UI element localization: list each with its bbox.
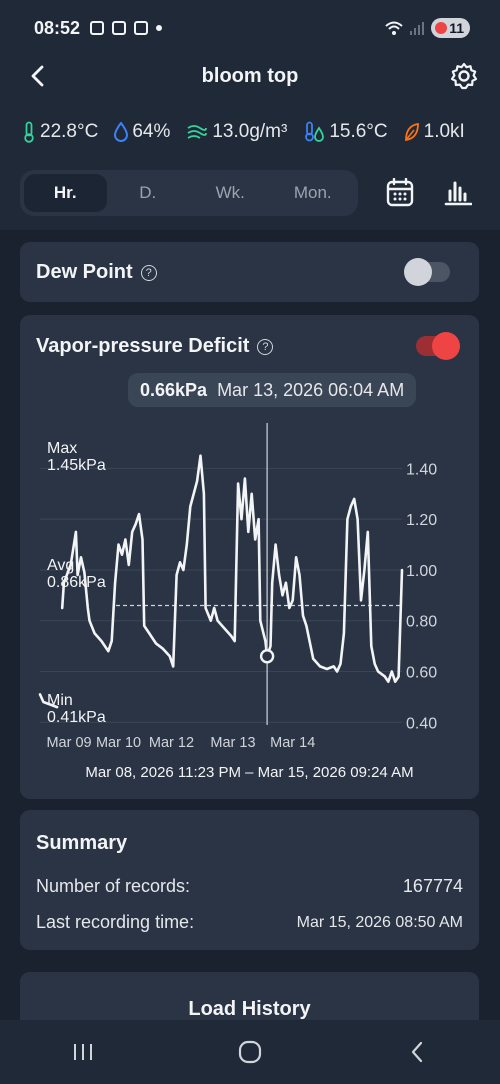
y-tick-label: 0.40 bbox=[406, 715, 437, 732]
battery-indicator: 11 bbox=[431, 18, 470, 38]
last-recording-label: Last recording time: bbox=[36, 912, 195, 932]
calendar-icon bbox=[386, 178, 414, 207]
y-tick-label: 1.40 bbox=[406, 461, 437, 478]
tab-month[interactable]: Mon. bbox=[272, 174, 355, 212]
nav-back-icon bbox=[411, 1041, 422, 1063]
page-title: bloom top bbox=[201, 64, 299, 87]
max-stat: Max 1.45kPa bbox=[47, 440, 106, 474]
home-button[interactable] bbox=[220, 1032, 280, 1072]
battery-low-icon bbox=[435, 22, 448, 34]
metric-absolute-humidity: 13.0g/m³ bbox=[186, 121, 287, 143]
avg-stat: Avg 0.86kPa bbox=[47, 557, 106, 591]
tab-hour[interactable]: Hr. bbox=[24, 174, 107, 212]
y-tick-label: 0.80 bbox=[406, 614, 437, 631]
x-tick-label: Mar 13 bbox=[210, 735, 255, 751]
sensor-metrics: 22.8°C 64% 13.0g/m³ 15.6°C 1.0kI bbox=[22, 116, 500, 148]
app-bar: bloom top bbox=[0, 56, 500, 96]
system-nav-bar bbox=[0, 1020, 500, 1084]
tooltip-value: 0.66kPa bbox=[140, 379, 208, 400]
back-button[interactable] bbox=[22, 60, 54, 92]
x-tick-label: Mar 12 bbox=[149, 735, 194, 751]
cursor-marker bbox=[259, 649, 275, 664]
min-value: 0.41kPa bbox=[47, 709, 106, 726]
last-recording-row: Last recording time: Mar 15, 2026 08:50 … bbox=[36, 912, 463, 933]
vpd-toggle-knob bbox=[432, 332, 460, 360]
metric-dew-point: 15.6°C bbox=[303, 121, 388, 143]
min-label: Min bbox=[47, 692, 73, 709]
vpd-leaf-icon bbox=[404, 122, 419, 142]
nav-back-button[interactable] bbox=[387, 1032, 447, 1072]
metric-temperature: 22.8°C bbox=[22, 121, 98, 143]
vpd-card: Vapor-pressure Deficit ? 0.66kPa Mar 13,… bbox=[20, 315, 479, 799]
last-recording-value: Mar 15, 2026 08:50 AM bbox=[296, 913, 463, 931]
dew-point-help-icon[interactable]: ? bbox=[140, 264, 157, 281]
shopping-bag-icon bbox=[134, 21, 149, 35]
screenshot-icon bbox=[90, 21, 105, 35]
vpd-toggle[interactable] bbox=[416, 332, 460, 360]
summary-title: Summary bbox=[36, 832, 128, 854]
time-range-tabs: Hr. D. Wk. Mon. bbox=[20, 170, 358, 216]
back-arrow-icon bbox=[31, 65, 44, 87]
vpd-series-line bbox=[60, 454, 404, 683]
metric-vpd: 1.0kI bbox=[404, 121, 465, 143]
avg-value: 0.86kPa bbox=[47, 574, 106, 591]
records-row: Number of records: 167774 bbox=[36, 876, 463, 897]
calendar-button[interactable] bbox=[380, 173, 420, 213]
max-label: Max bbox=[47, 440, 78, 457]
avg-label: Avg bbox=[47, 557, 75, 574]
content-area: Dew Point ? Vapor-pressure Deficit ? 0.6… bbox=[0, 230, 500, 1032]
dew-point-icon bbox=[305, 121, 325, 142]
summary-card: Summary Number of records: 167774 Last r… bbox=[20, 810, 479, 950]
max-value: 1.45kPa bbox=[47, 457, 106, 474]
home-icon bbox=[238, 1040, 262, 1064]
tab-week[interactable]: Wk. bbox=[189, 174, 272, 212]
humidity-drop-icon bbox=[114, 122, 129, 142]
alert-icon bbox=[112, 21, 127, 35]
vpd-label: Vapor-pressure Deficit bbox=[36, 335, 250, 357]
dew-point-label: Dew Point bbox=[36, 261, 133, 283]
dew-point-toggle-knob bbox=[404, 258, 432, 286]
y-tick-label: 1.00 bbox=[406, 563, 437, 580]
tooltip-time: Mar 13, 2026 06:04 AM bbox=[217, 379, 405, 400]
records-value: 167774 bbox=[402, 876, 463, 896]
load-history-label: Load History bbox=[188, 998, 311, 1020]
y-tick-label: 0.60 bbox=[406, 665, 437, 682]
vpd-help-icon[interactable]: ? bbox=[257, 338, 274, 355]
bar-chart-icon bbox=[444, 181, 472, 206]
notification-dot-icon bbox=[156, 25, 163, 31]
y-tick-label: 1.20 bbox=[406, 512, 437, 529]
records-label: Number of records: bbox=[36, 876, 191, 896]
x-tick-label: Mar 09 bbox=[46, 735, 91, 751]
dew-point-toggle[interactable] bbox=[404, 258, 450, 286]
status-bar: 08:52 11 bbox=[0, 0, 500, 56]
signal-icon bbox=[410, 22, 425, 35]
recents-button[interactable] bbox=[53, 1032, 113, 1072]
chart-tooltip: 0.66kPa Mar 13, 2026 06:04 AM bbox=[128, 373, 417, 407]
x-tick-label: Mar 10 bbox=[96, 735, 141, 751]
recents-icon bbox=[74, 1044, 93, 1060]
x-tick-label: Mar 14 bbox=[270, 735, 315, 751]
tab-day[interactable]: D. bbox=[107, 174, 190, 212]
wifi-icon bbox=[385, 21, 403, 35]
time-range-bar: Hr. D. Wk. Mon. bbox=[20, 170, 480, 216]
settings-button[interactable] bbox=[448, 60, 480, 92]
thermometer-icon bbox=[24, 121, 34, 143]
gear-icon bbox=[450, 62, 478, 90]
absolute-humidity-icon bbox=[187, 125, 208, 139]
chart-date-range: Mar 08, 2026 11:23 PM – Mar 15, 2026 09:… bbox=[85, 764, 414, 781]
min-stat: Min 0.41kPa bbox=[47, 692, 106, 726]
metric-humidity: 64% bbox=[114, 121, 170, 143]
bar-chart-button[interactable] bbox=[438, 173, 478, 213]
status-time: 08:52 bbox=[34, 17, 81, 38]
dew-point-card: Dew Point ? bbox=[20, 242, 479, 302]
